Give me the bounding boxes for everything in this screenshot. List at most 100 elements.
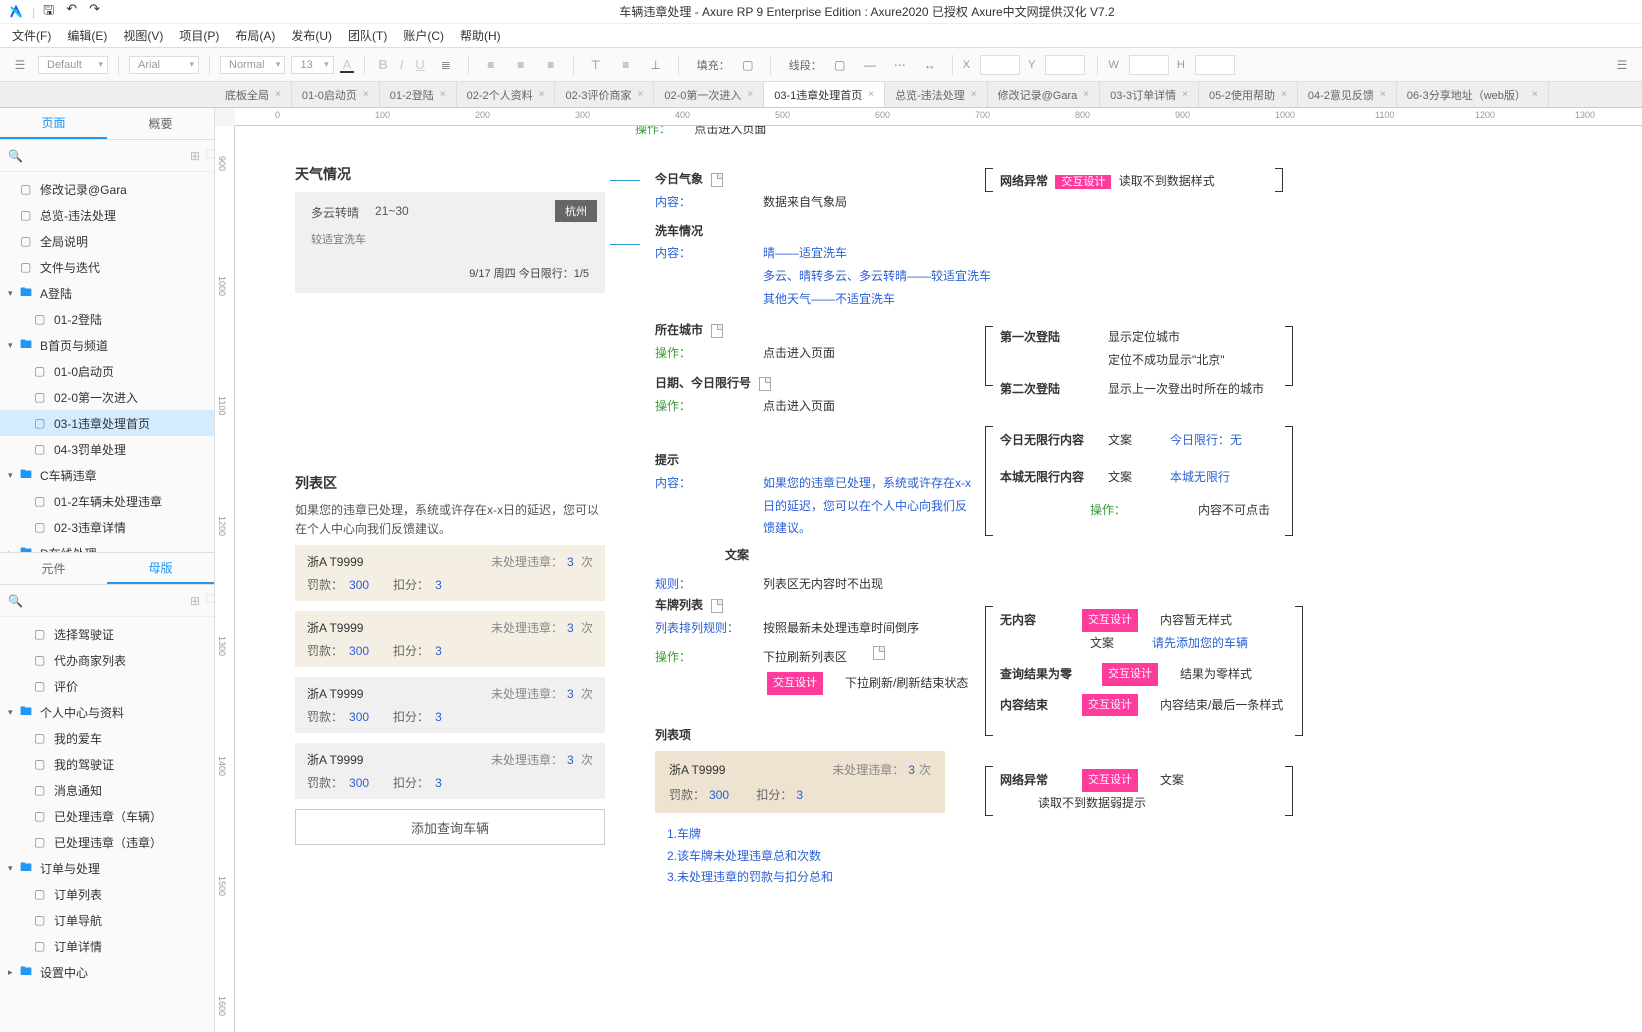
line-color-icon[interactable]: ▢: [828, 53, 852, 77]
menu-account[interactable]: 账户(C): [403, 27, 444, 44]
tree-page[interactable]: ▢01-0启动页: [0, 358, 214, 384]
toggle-left-panel-icon[interactable]: ☰: [8, 53, 32, 77]
underline-icon[interactable]: U: [412, 57, 427, 72]
car-list-item[interactable]: 浙A T9999未处理违章：3 次罚款：300扣分：3: [295, 743, 605, 799]
tree-folder[interactable]: ▾🖿A登陆: [0, 280, 214, 306]
tree-page[interactable]: ▢订单导航: [0, 907, 214, 933]
align-left-icon[interactable]: ≡: [479, 53, 503, 77]
tree-page[interactable]: ▢04-3罚单处理: [0, 436, 214, 462]
canvas[interactable]: 操作： 点击进入页面 天气情况 杭州 多云转晴 21~30 较适宜洗车 9/17…: [235, 126, 1642, 1032]
close-icon[interactable]: ×: [1532, 89, 1538, 100]
tree-page[interactable]: ▢修改记录@Gara: [0, 176, 214, 202]
tree-page[interactable]: ▢02-3违章详情: [0, 514, 214, 540]
menu-team[interactable]: 团队(T): [348, 27, 387, 44]
font-color-icon[interactable]: A: [340, 57, 355, 72]
tab-outline[interactable]: 概要: [107, 108, 214, 139]
tree-page[interactable]: ▢评价: [0, 673, 214, 699]
italic-icon[interactable]: I: [397, 57, 407, 72]
menu-publish[interactable]: 发布(U): [291, 27, 332, 44]
close-icon[interactable]: ×: [275, 89, 281, 100]
tree-page[interactable]: ▢总览-违法处理: [0, 202, 214, 228]
expand-toggle-icon[interactable]: ▾: [8, 707, 20, 718]
h-input[interactable]: [1195, 55, 1235, 75]
tree-page[interactable]: ▢01-2车辆未处理违章: [0, 488, 214, 514]
tree-page[interactable]: ▢文件与迭代: [0, 254, 214, 280]
close-icon[interactable]: ×: [638, 89, 644, 100]
close-icon[interactable]: ×: [1083, 89, 1089, 100]
expand-toggle-icon[interactable]: ▾: [8, 863, 20, 874]
menu-layout[interactable]: 布局(A): [235, 27, 275, 44]
document-tab[interactable]: 01-0启动页×: [292, 82, 380, 107]
expand-toggle-icon[interactable]: ▸: [8, 967, 20, 978]
tab-masters[interactable]: 母版: [107, 553, 214, 584]
tree-page[interactable]: ▢我的爱车: [0, 725, 214, 751]
document-tab[interactable]: 02-3评价商家×: [555, 82, 654, 107]
document-tab[interactable]: 04-2意见反馈×: [1298, 82, 1397, 107]
bold-icon[interactable]: B: [375, 57, 390, 72]
tree-page[interactable]: ▢01-2登陆: [0, 306, 214, 332]
tree-folder[interactable]: ▸🖿设置中心: [0, 959, 214, 985]
document-tab[interactable]: 03-1违章处理首页×: [764, 82, 885, 107]
tab-pages[interactable]: 页面: [0, 108, 107, 139]
y-input[interactable]: [1045, 55, 1085, 75]
align-right-icon[interactable]: ≡: [539, 53, 563, 77]
expand-toggle-icon[interactable]: ▾: [8, 470, 20, 481]
add-car-button[interactable]: 添加查询车辆: [295, 809, 605, 845]
font-dropdown[interactable]: Arial: [129, 56, 199, 74]
document-tab[interactable]: 底板全局×: [215, 82, 292, 107]
line-width-icon[interactable]: —: [858, 53, 882, 77]
font-style-dropdown[interactable]: Normal: [220, 56, 285, 74]
align-center-icon[interactable]: ≡: [509, 53, 533, 77]
valign-bottom-icon[interactable]: ⊥: [644, 53, 668, 77]
car-list-item[interactable]: 浙A T9999未处理违章：3 次罚款：300扣分：3: [295, 545, 605, 601]
w-input[interactable]: [1129, 55, 1169, 75]
redo-icon[interactable]: ↷: [89, 1, 100, 23]
tree-page[interactable]: ▢订单详情: [0, 933, 214, 959]
close-icon[interactable]: ×: [440, 89, 446, 100]
tree-folder[interactable]: ▾🖿B首页与频道: [0, 332, 214, 358]
document-tab[interactable]: 05-2使用帮助×: [1199, 82, 1298, 107]
close-icon[interactable]: ×: [1281, 89, 1287, 100]
save-icon[interactable]: 🖫: [43, 1, 54, 23]
tree-page[interactable]: ▢消息通知: [0, 777, 214, 803]
line-style-icon[interactable]: ⋯: [888, 53, 912, 77]
menu-project[interactable]: 项目(P): [179, 27, 219, 44]
tree-folder[interactable]: ▾🖿订单与处理: [0, 855, 214, 881]
expand-toggle-icon[interactable]: ▾: [8, 288, 20, 299]
car-list-item[interactable]: 浙A T9999未处理违章：3 次罚款：300扣分：3: [295, 677, 605, 733]
menu-view[interactable]: 视图(V): [123, 27, 163, 44]
search-input[interactable]: [29, 149, 184, 163]
document-tab[interactable]: 修改记录@Gara×: [988, 82, 1100, 107]
tree-page[interactable]: ▢选择驾驶证: [0, 621, 214, 647]
tree-page[interactable]: ▢全局说明: [0, 228, 214, 254]
tree-page[interactable]: ▢我的驾驶证: [0, 751, 214, 777]
add-page-icon[interactable]: ⊞: [190, 149, 200, 163]
close-icon[interactable]: ×: [363, 89, 369, 100]
close-icon[interactable]: ×: [539, 89, 545, 100]
style-dropdown[interactable]: Default: [38, 56, 108, 74]
font-size-dropdown[interactable]: 13: [291, 56, 333, 74]
menu-edit[interactable]: 编辑(E): [67, 27, 107, 44]
search-icon[interactable]: 🔍: [8, 594, 23, 608]
expand-toggle-icon[interactable]: ▾: [8, 340, 20, 351]
document-tab[interactable]: 02-0第一次进入×: [654, 82, 764, 107]
close-icon[interactable]: ×: [747, 89, 753, 100]
close-icon[interactable]: ×: [1380, 89, 1386, 100]
add-master-icon[interactable]: ⊞: [190, 594, 200, 608]
tree-page[interactable]: ▢已处理违章（车辆）: [0, 803, 214, 829]
tree-page[interactable]: ▢已处理违章（违章）: [0, 829, 214, 855]
tree-folder[interactable]: ▾🖿C车辆违章: [0, 462, 214, 488]
undo-icon[interactable]: ↶: [66, 1, 77, 23]
tree-folder[interactable]: ▾🖿个人中心与资料: [0, 699, 214, 725]
toggle-right-panel-icon[interactable]: ☰: [1610, 53, 1634, 77]
tree-page[interactable]: ▢02-0第一次进入: [0, 384, 214, 410]
document-tab[interactable]: 03-3订单详情×: [1100, 82, 1199, 107]
search-icon[interactable]: 🔍: [8, 149, 23, 163]
fill-color-icon[interactable]: ▢: [736, 53, 760, 77]
valign-top-icon[interactable]: ⊤: [584, 53, 608, 77]
tree-folder[interactable]: ▸🖿D在线处理: [0, 540, 214, 552]
tree-page[interactable]: ▢03-1违章处理首页: [0, 410, 214, 436]
tree-page[interactable]: ▢代办商家列表: [0, 647, 214, 673]
menu-help[interactable]: 帮助(H): [460, 27, 501, 44]
document-tab[interactable]: 总览-违法处理×: [885, 82, 988, 107]
